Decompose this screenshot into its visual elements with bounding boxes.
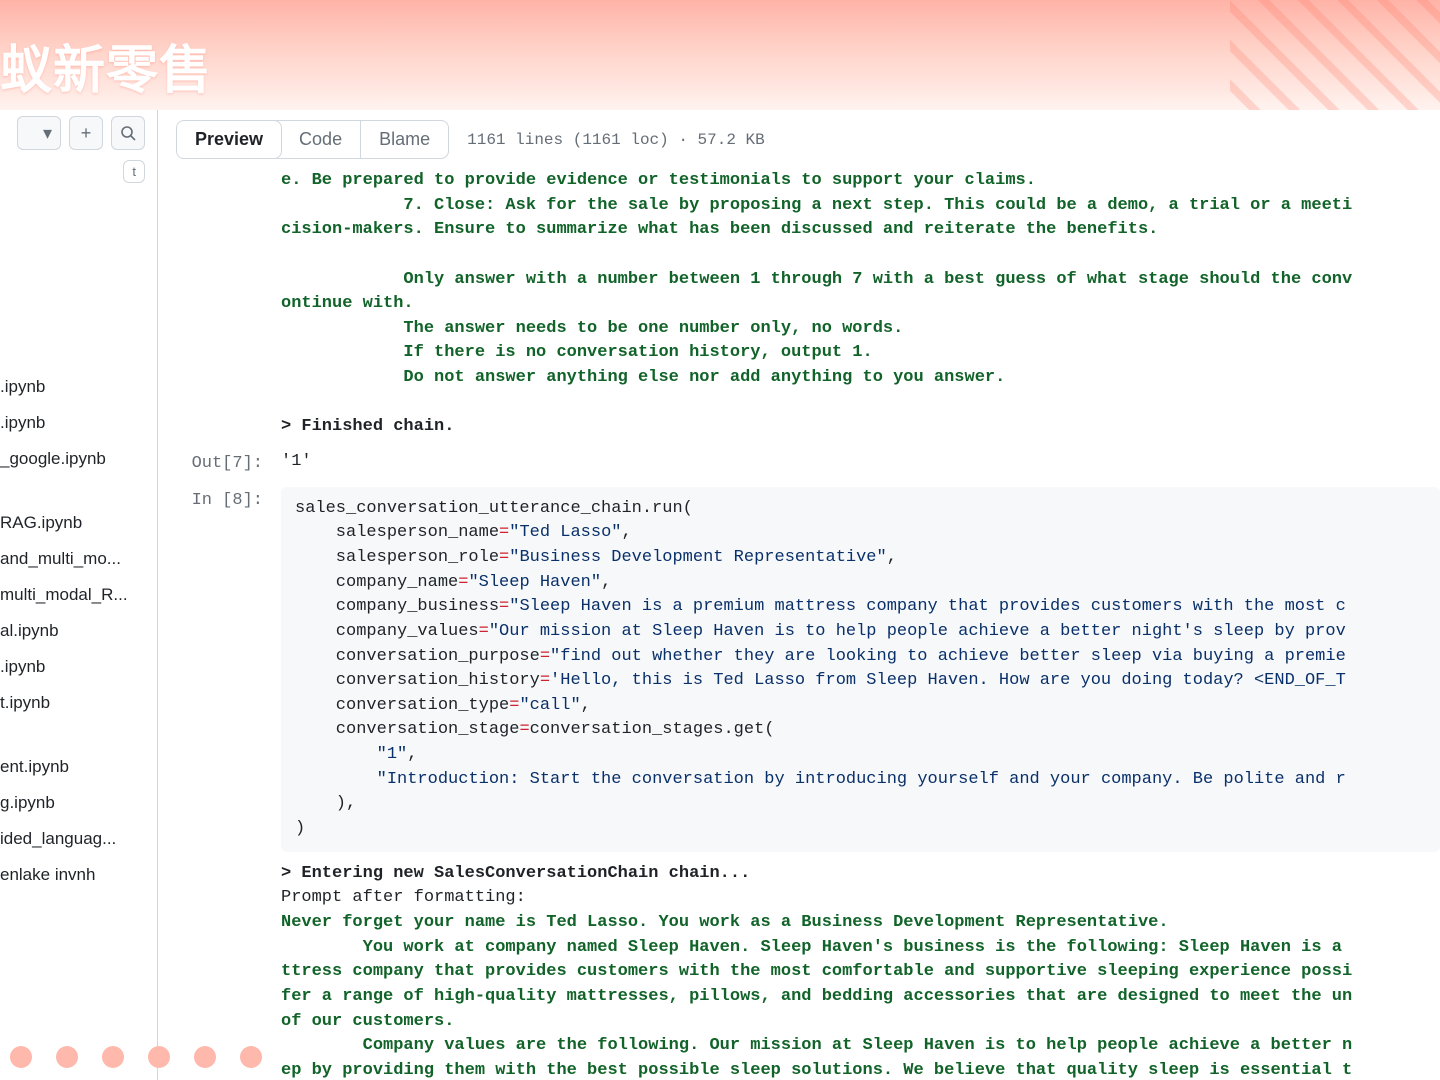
dot-icon [194,1046,216,1068]
output-line: ep by providing them with the best possi… [281,1061,1352,1080]
file-item[interactable]: g.ipynb [0,785,151,821]
code-kw: conversation_type [295,696,509,715]
code-str: "find out whether they are looking to ac… [550,647,1346,666]
file-item[interactable]: ent.ipynb [0,749,151,785]
notebook-view[interactable]: e. Be prepared to provide evidence or te… [176,169,1440,1080]
dot-icon [102,1046,124,1068]
file-item[interactable]: enlake invnh [0,857,151,893]
file-gap [0,477,151,505]
output-line: Company values are the following. Our mi… [281,1036,1352,1055]
output-line: The answer needs to be one number only, … [281,319,903,338]
output-line: Only answer with a number between 1 thro… [281,270,1352,289]
decorative-dots [10,1046,262,1068]
nb-output-stream: > Entering new SalesConversationChain ch… [176,862,1440,1080]
output-line: e. Be prepared to provide evidence or te… [281,171,1036,190]
code-block[interactable]: sales_conversation_utterance_chain.run( … [281,487,1440,852]
dot-icon [10,1046,32,1068]
finished-chain: > Finished chain. [281,417,454,436]
add-file-button[interactable]: + [69,116,103,150]
branch-dropdown[interactable] [17,116,35,150]
view-tabs-row: Preview Code Blame 1161 lines (1161 loc)… [176,110,1440,169]
tab-code[interactable]: Code [281,121,361,158]
output-line: cision-makers. Ensure to summarize what … [281,220,1158,239]
code-kw: company_values [295,622,479,641]
output-line: ttress company that provides customers w… [281,962,1352,981]
file-sidebar: ▾ + t .ipynb .ipynb _google.ipynb RAG.ip… [0,110,158,1080]
file-item[interactable]: .ipynb [0,649,151,685]
output-line: fer a range of high-quality mattresses, … [281,987,1352,1006]
nb-prompt-empty [176,169,281,440]
file-item[interactable]: al.ipynb [0,613,151,649]
code-kw: salesperson_role [295,548,499,567]
file-list: .ipynb .ipynb _google.ipynb RAG.ipynb an… [0,189,151,893]
file-item[interactable]: .ipynb [0,405,151,441]
code-line: ), [295,794,356,813]
file-item[interactable]: t.ipynb [0,685,151,721]
code-line: ) [295,819,305,838]
code-str: "Business Development Representative" [509,548,886,567]
code-line: sales_conversation_utterance_chain.run( [295,499,693,518]
file-item[interactable]: .ipynb [0,369,151,405]
nb-output-stream: e. Be prepared to provide evidence or te… [176,169,1440,440]
watermark-text: 蚁新零售 [0,28,212,103]
in-prompt: In [8]: [176,487,281,852]
app-frame: ▾ + t .ipynb .ipynb _google.ipynb RAG.ip… [0,110,1440,1080]
kbd-shortcut: t [123,160,145,183]
code-str: "Ted Lasso" [509,523,621,542]
code-kw: conversation_history [295,671,540,690]
tab-blame[interactable]: Blame [361,121,448,158]
code-str: "1" [377,745,408,764]
entering-chain: > Entering new SalesConversationChain ch… [281,864,750,883]
output-line: Do not answer anything else nor add anyt… [281,368,1005,387]
out-value: '1' [281,450,1440,477]
output-line: ontinue with. [281,294,414,313]
code-str: "Introduction: Start the conversation by… [377,770,1346,789]
code-kw: conversation_purpose [295,647,540,666]
sidebar-toolbar: ▾ + [0,110,151,160]
caret-down-icon: ▾ [43,123,52,144]
file-item[interactable]: multi_modal_R... [0,577,151,613]
out-prompt: Out[7]: [176,450,281,477]
file-item[interactable]: RAG.ipynb [0,505,151,541]
dot-icon [148,1046,170,1068]
output-line: You work at company named Sleep Haven. S… [281,938,1352,957]
code-str: 'Hello, this is Ted Lasso from Sleep Hav… [550,671,1346,690]
file-item[interactable]: _google.ipynb [0,441,151,477]
output-line: Prompt after formatting: [281,888,526,907]
code-str: "Our mission at Sleep Haven is to help p… [489,622,1346,641]
code-str: "call" [519,696,580,715]
code-str: "Sleep Haven" [468,573,601,592]
search-files-button[interactable] [111,116,145,150]
dot-icon [56,1046,78,1068]
search-icon [120,125,136,141]
code-call: conversation_stages.get( [530,720,775,739]
code-kw: conversation_stage [295,720,519,739]
code-kw: company_name [295,573,458,592]
file-item[interactable]: ided_languag... [0,821,151,857]
file-gap [0,721,151,749]
output-line: of our customers. [281,1012,454,1031]
output-line: If there is no conversation history, out… [281,343,873,362]
nb-out-cell: Out[7]: '1' [176,450,1440,477]
code-kw: salesperson_name [295,523,499,542]
code-str: "Sleep Haven is a premium mattress compa… [509,597,1346,616]
tab-preview[interactable]: Preview [176,120,282,159]
file-meta: 1161 lines (1161 loc) · 57.2 KB [467,131,765,149]
branch-dropdown-caret[interactable]: ▾ [35,116,61,150]
file-item[interactable]: and_multi_mo... [0,541,151,577]
main-content: Preview Code Blame 1161 lines (1161 loc)… [158,110,1440,1080]
dot-icon [240,1046,262,1068]
output-line: 7. Close: Ask for the sale by proposing … [281,196,1352,215]
sidebar-hint-row: t [0,160,151,189]
code-kw: company_business [295,597,499,616]
output-line: Never forget your name is Ted Lasso. You… [281,913,1169,932]
view-tab-group: Preview Code Blame [176,120,449,159]
plus-icon: + [81,123,92,144]
nb-in-cell: In [8]: sales_conversation_utterance_cha… [176,487,1440,852]
